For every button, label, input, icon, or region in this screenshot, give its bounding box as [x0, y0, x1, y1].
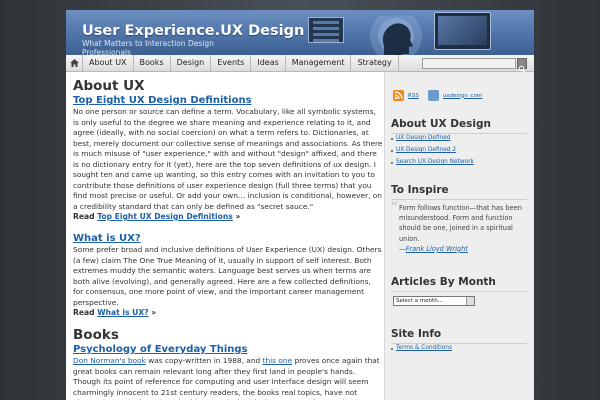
sidebar-link[interactable]: Terms & Conditions — [396, 345, 452, 351]
site-tagline: What Matters to Interaction Design Profe… — [82, 39, 214, 55]
quote-dash: — — [399, 244, 406, 253]
email-icon[interactable] — [427, 90, 439, 101]
section-title-about-ux: About UX — [73, 78, 145, 94]
divider — [391, 343, 527, 344]
nav-item-strategy[interactable]: Strategy — [351, 55, 399, 71]
read-more: Read What is UX? » — [73, 308, 383, 318]
page-wrapper: User Experience.UX Design What Matters t… — [66, 10, 534, 400]
header-monitor-illustration — [308, 17, 344, 43]
home-icon[interactable] — [66, 55, 83, 71]
nav-item-ideas[interactable]: Ideas — [251, 55, 286, 71]
sidebar-heading-archives: Articles By Month — [391, 276, 496, 288]
bullet-icon — [391, 138, 393, 140]
email-link[interactable]: uxdesign_com — [443, 93, 482, 99]
sidebar-heading-info: Site Info — [391, 328, 442, 340]
quote-author-link[interactable]: Frank Lloyd Wright — [406, 245, 468, 253]
inspire-quote: Form follows function—that has been misu… — [399, 203, 527, 254]
nav-item-books[interactable]: Books — [134, 55, 171, 71]
quote-icon: “ — [390, 198, 399, 217]
post-title[interactable]: Top Eight UX Design Definitions — [73, 94, 383, 107]
main-nav: About UX Books Design Events Ideas Manag… — [66, 55, 534, 73]
feed-links: RSS uxdesign_com — [393, 90, 482, 101]
post-title[interactable]: Psychology of Everyday Things — [73, 343, 383, 356]
read-more: Read Top Eight UX Design Definitions » — [73, 212, 383, 222]
post-text: was copy-written in 1988, and — [145, 356, 263, 365]
quote-text: Form follows function—that has been misu… — [399, 204, 522, 243]
divider — [391, 199, 527, 200]
post-excerpt: No one person or source can define a ter… — [73, 107, 383, 211]
sidebar-heading-about: About UX Design — [391, 118, 491, 130]
read-prefix: Read — [73, 308, 95, 317]
main-content: About UX Top Eight UX Design Definitions… — [73, 78, 383, 400]
read-prefix: Read — [73, 212, 95, 221]
sidebar: RSS uxdesign_com About UX Design UX Desi… — [384, 72, 534, 400]
search-input[interactable] — [422, 58, 516, 69]
sidebar-link[interactable]: Search UX Design Network — [396, 159, 474, 165]
nav-item-events[interactable]: Events — [211, 55, 252, 71]
post-excerpt: Some prefer broad and inclusive definiti… — [73, 245, 382, 307]
divider — [391, 291, 527, 292]
header-tablet-illustration — [434, 12, 491, 50]
rss-icon[interactable] — [393, 90, 404, 101]
chevron-down-icon — [466, 297, 474, 305]
nav-item-about-ux[interactable]: About UX — [83, 55, 134, 71]
divider — [391, 133, 527, 134]
section-title-books: Books — [73, 327, 119, 343]
post-excerpt: Don Norman's book was copy-written in 19… — [73, 356, 383, 400]
sidebar-heading-inspire: To Inspire — [391, 184, 449, 196]
rss-link[interactable]: RSS — [408, 93, 419, 99]
post-title[interactable]: What is UX? — [73, 232, 383, 245]
book-link[interactable]: this one — [263, 356, 293, 365]
month-select-value: Select a month... — [396, 298, 443, 304]
search-button[interactable] — [517, 58, 527, 73]
read-more-link[interactable]: Top Eight UX Design Definitions — [97, 212, 233, 221]
read-more-arrow: » — [151, 308, 157, 317]
month-select[interactable]: Select a month... — [393, 296, 475, 306]
header-head-illustration — [370, 16, 422, 55]
nav-item-design[interactable]: Design — [171, 55, 212, 71]
read-more-arrow: » — [235, 212, 241, 221]
site-title[interactable]: User Experience.UX Design — [82, 23, 304, 39]
nav-item-management[interactable]: Management — [286, 55, 352, 71]
site-header: User Experience.UX Design What Matters t… — [66, 10, 534, 55]
nav-menu: About UX Books Design Events Ideas Manag… — [83, 55, 399, 71]
read-more-link[interactable]: What is UX? — [97, 308, 148, 317]
bullet-icon — [391, 162, 393, 164]
sidebar-link[interactable]: UX Design Defined — [396, 135, 451, 141]
bullet-icon — [391, 150, 393, 152]
sidebar-link[interactable]: UX Design Defined 2 — [396, 147, 456, 153]
bullet-icon — [391, 348, 393, 350]
book-link[interactable]: Don Norman's book — [73, 356, 146, 365]
